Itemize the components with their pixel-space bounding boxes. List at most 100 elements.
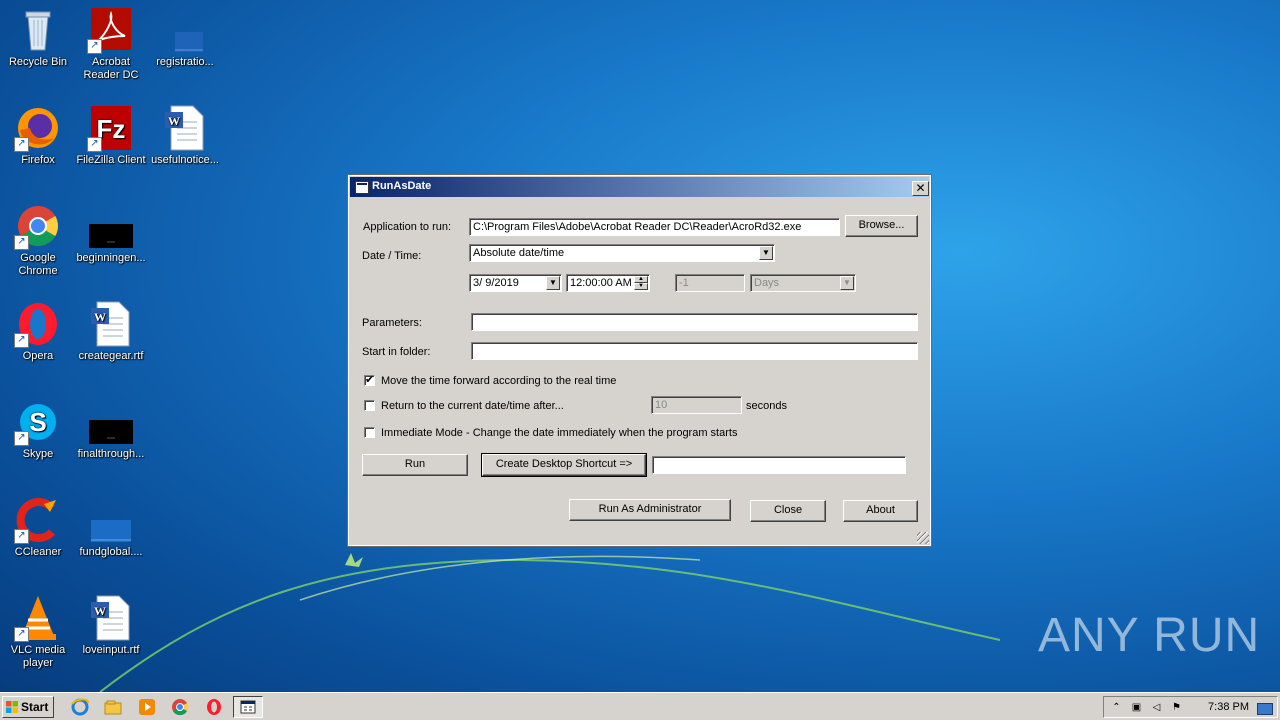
desktop-icon-label: usefulnotice...	[151, 154, 219, 166]
desktop-icon-label: loveinput.rtf	[82, 644, 140, 656]
app-to-run-label: Application to run:	[363, 221, 452, 233]
desktop-icon-ccleaner[interactable]: ↗ CCleaner	[0, 496, 76, 559]
shortcut-arrow-icon: ↗	[14, 137, 29, 152]
datetime-mode-select[interactable]: Absolute date/time ▼	[469, 244, 775, 262]
desktop-icon-firefox[interactable]: ↗ Firefox	[0, 104, 76, 167]
close-icon[interactable]: ✕	[912, 181, 929, 196]
chrome-icon: ↗	[14, 202, 62, 250]
browse-button[interactable]: Browse...	[845, 215, 918, 237]
resize-grip[interactable]	[917, 532, 929, 544]
desktop-icon-filezilla[interactable]: Fz ↗ FileZilla Client	[73, 104, 149, 167]
start-folder-input[interactable]	[471, 342, 918, 360]
desktop-icon-creategear[interactable]: W creategear.rtf	[73, 300, 149, 363]
system-tray: ⌃ ▣ ◁ ⚑ 7:38 PM	[1103, 696, 1278, 718]
close-button[interactable]: Close	[750, 500, 826, 522]
anyrun-watermark: ANY RUN	[1038, 609, 1261, 662]
desktop-icon-label: Google Chrome	[18, 252, 58, 277]
chevron-down-icon[interactable]: ▼	[546, 276, 560, 290]
start-button[interactable]: Start	[2, 696, 54, 718]
desktop-icon-loveinput[interactable]: W loveinput.rtf	[73, 594, 149, 657]
skype-icon: S ↗	[14, 398, 62, 446]
explorer-icon[interactable]	[104, 698, 122, 716]
desktop-icon-skype[interactable]: S ↗ Skype	[0, 398, 76, 461]
offset-input: -1	[675, 274, 745, 292]
spin-up-icon[interactable]: ▲	[634, 276, 648, 283]
shortcut-name-input[interactable]	[652, 456, 906, 474]
network-icon[interactable]: ▣	[1130, 701, 1143, 714]
media-player-icon[interactable]	[138, 698, 156, 716]
chrome-icon[interactable]	[171, 698, 189, 716]
runasdate-dialog: RunAsDate ✕ Application to run: C:\Progr…	[347, 174, 932, 547]
datetime-label: Date / Time:	[362, 250, 422, 262]
datetime-mode-value: Absolute date/time	[473, 247, 565, 259]
desktop-icon-chrome[interactable]: ↗ Google Chrome	[0, 202, 76, 278]
action-center-flag-icon[interactable]: ⚑	[1170, 701, 1183, 714]
desktop-icon-opera[interactable]: ↗ Opera	[0, 300, 76, 363]
desktop-icon-label: VLC media player	[10, 644, 66, 669]
word-doc-icon: W	[87, 594, 135, 642]
desktop-icon-finalthrough[interactable]: finalthrough...	[73, 398, 149, 461]
opera-icon: ↗	[14, 300, 62, 348]
desktop-icon-registration[interactable]: registratio...	[147, 6, 223, 69]
desktop-icon-label: finalthrough...	[77, 448, 145, 460]
chevron-down-icon: ▼	[840, 276, 854, 290]
file-icon	[87, 398, 135, 446]
chevron-down-icon[interactable]: ▼	[759, 246, 773, 260]
move-forward-label: Move the time forward according to the r…	[381, 375, 617, 387]
svg-text:W: W	[94, 310, 106, 324]
clock[interactable]: 7:38 PM	[1208, 701, 1249, 713]
app-to-run-input[interactable]: C:\Program Files\Adobe\Acrobat Reader DC…	[469, 218, 840, 236]
desktop-icon-vlc[interactable]: ↗ VLC media player	[0, 594, 76, 670]
return-after-checkbox[interactable]	[364, 400, 375, 411]
shortcut-arrow-icon: ↗	[14, 627, 29, 642]
desktop-icon-label: Acrobat Reader DC	[83, 56, 139, 81]
app-window-icon	[355, 181, 369, 194]
desktop-icon-recycle-bin[interactable]: Recycle Bin	[0, 6, 76, 69]
create-shortcut-button[interactable]: Create Desktop Shortcut =>	[481, 453, 647, 477]
spin-down-icon[interactable]: ▼	[634, 283, 648, 290]
shortcut-arrow-icon: ↗	[14, 235, 29, 250]
desktop-icon-fundglobal[interactable]: fundglobal....	[73, 496, 149, 559]
word-doc-icon: W	[161, 104, 209, 152]
immediate-mode-checkbox[interactable]	[364, 427, 375, 438]
return-seconds-input: 10	[651, 396, 742, 414]
dialog-title: RunAsDate	[372, 180, 432, 192]
parameters-input[interactable]	[471, 313, 918, 331]
shortcut-arrow-icon: ↗	[14, 333, 29, 348]
desktop-icon-usefulnotice[interactable]: W usefulnotice...	[147, 104, 223, 167]
start-folder-label: Start in folder:	[362, 346, 431, 358]
start-label: Start	[21, 700, 49, 714]
volume-icon[interactable]: ◁	[1150, 701, 1163, 714]
svg-text:W: W	[168, 114, 180, 128]
file-icon	[87, 202, 135, 250]
file-icon	[161, 6, 209, 54]
date-picker[interactable]: 3/ 9/2019 ▼	[469, 274, 562, 292]
parameters-label: Parameters:	[362, 317, 422, 329]
move-forward-checkbox[interactable]: ✔	[364, 375, 375, 386]
ie-icon[interactable]	[71, 698, 89, 716]
checkmark-icon: ✔	[365, 374, 375, 386]
desktop-icon-label: CCleaner	[14, 546, 62, 558]
run-as-administrator-button[interactable]: Run As Administrator	[569, 499, 731, 521]
return-after-label: Return to the current date/time after...	[381, 400, 564, 412]
show-hidden-icons-icon[interactable]: ⌃	[1110, 701, 1123, 714]
desktop-icon-acrobat[interactable]: ↗ Acrobat Reader DC	[73, 6, 149, 82]
shortcut-arrow-icon: ↗	[14, 529, 29, 544]
time-spinner[interactable]: ▲ ▼	[634, 276, 648, 290]
about-button[interactable]: About	[843, 500, 918, 522]
word-doc-icon: W	[87, 300, 135, 348]
svg-text:W: W	[94, 604, 106, 618]
time-picker[interactable]: 12:00:00 AM ▲ ▼	[566, 274, 650, 292]
desktop-icon-beginningen[interactable]: beginningen...	[73, 202, 149, 265]
ccleaner-icon: ↗	[14, 496, 62, 544]
opera-icon[interactable]	[205, 698, 223, 716]
desktop-icon-label: Opera	[22, 350, 54, 362]
dialog-titlebar[interactable]: RunAsDate ✕	[350, 177, 929, 197]
desktop-icon-label: FileZilla Client	[76, 154, 146, 166]
taskbar-runasdate-button[interactable]	[233, 696, 263, 718]
run-button[interactable]: Run	[362, 454, 468, 476]
desktop-icon-label: Firefox	[21, 154, 55, 166]
desktop-icon-label: creategear.rtf	[78, 350, 144, 362]
taskbar: Start ⌃ ▣ ◁ ⚑ 7:38 PM	[0, 692, 1280, 720]
show-desktop-icon[interactable]	[1257, 703, 1273, 715]
